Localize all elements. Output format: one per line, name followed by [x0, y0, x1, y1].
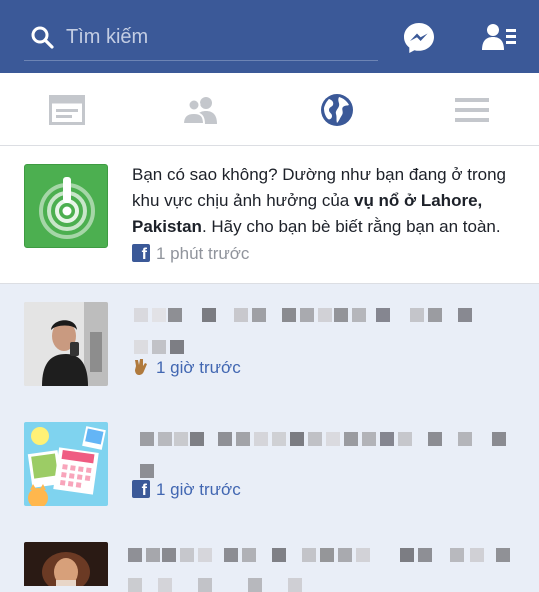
tab-notifications[interactable]: [270, 73, 404, 146]
safety-check-image: [24, 164, 108, 248]
tab-menu[interactable]: [405, 73, 539, 146]
top-bar: [0, 0, 539, 73]
blurred-text: [128, 548, 528, 562]
safety-text-after: . Hãy cho bạn bè biết rằng bạn an toàn.: [201, 217, 501, 236]
safety-check-meta: f 1 phút trước: [132, 244, 249, 266]
avatar: [24, 542, 108, 586]
avatar-image: [24, 422, 108, 506]
search-icon: [31, 26, 54, 49]
notification-item[interactable]: [0, 524, 539, 592]
blurred-text: [140, 464, 160, 478]
blurred-text: [134, 308, 474, 322]
friend-requests-icon[interactable]: [482, 22, 516, 52]
search-input[interactable]: [66, 23, 366, 51]
blurred-text: [128, 578, 328, 592]
notification-time: 1 giờ trước: [156, 358, 241, 377]
tab-bar: [0, 73, 539, 146]
notification-time: 1 giờ trước: [156, 480, 241, 499]
avatar-photo: [24, 302, 108, 386]
notification-meta: 1 giờ trước: [132, 358, 241, 378]
safety-check-notification[interactable]: Bạn có sao không? Dường như bạn đang ở t…: [0, 146, 539, 284]
blurred-text: [134, 340, 194, 354]
notification-item[interactable]: f 1 giờ trước: [0, 404, 539, 524]
search-bar[interactable]: [24, 13, 378, 61]
safety-check-time: 1 phút trước: [156, 244, 250, 263]
friends-icon: [182, 96, 217, 124]
news-feed-icon: [49, 94, 85, 125]
globe-icon: [321, 93, 353, 126]
avatar: [24, 302, 108, 386]
messenger-icon[interactable]: [402, 21, 436, 55]
tab-news-feed[interactable]: [0, 73, 134, 146]
notification-item[interactable]: 1 giờ trước: [0, 284, 539, 404]
facebook-icon: f: [132, 244, 150, 263]
reaction-icon: [132, 358, 150, 376]
avatar: [24, 422, 108, 506]
avatar-photo: [24, 542, 108, 586]
tab-friends[interactable]: [134, 73, 268, 146]
blurred-text: [140, 432, 510, 446]
notification-meta: f 1 giờ trước: [132, 480, 241, 500]
safety-check-icon: [39, 177, 95, 239]
safety-check-message: Bạn có sao không? Dường như bạn đang ở t…: [132, 162, 522, 240]
menu-icon: [455, 97, 489, 122]
facebook-icon: f: [132, 480, 150, 499]
